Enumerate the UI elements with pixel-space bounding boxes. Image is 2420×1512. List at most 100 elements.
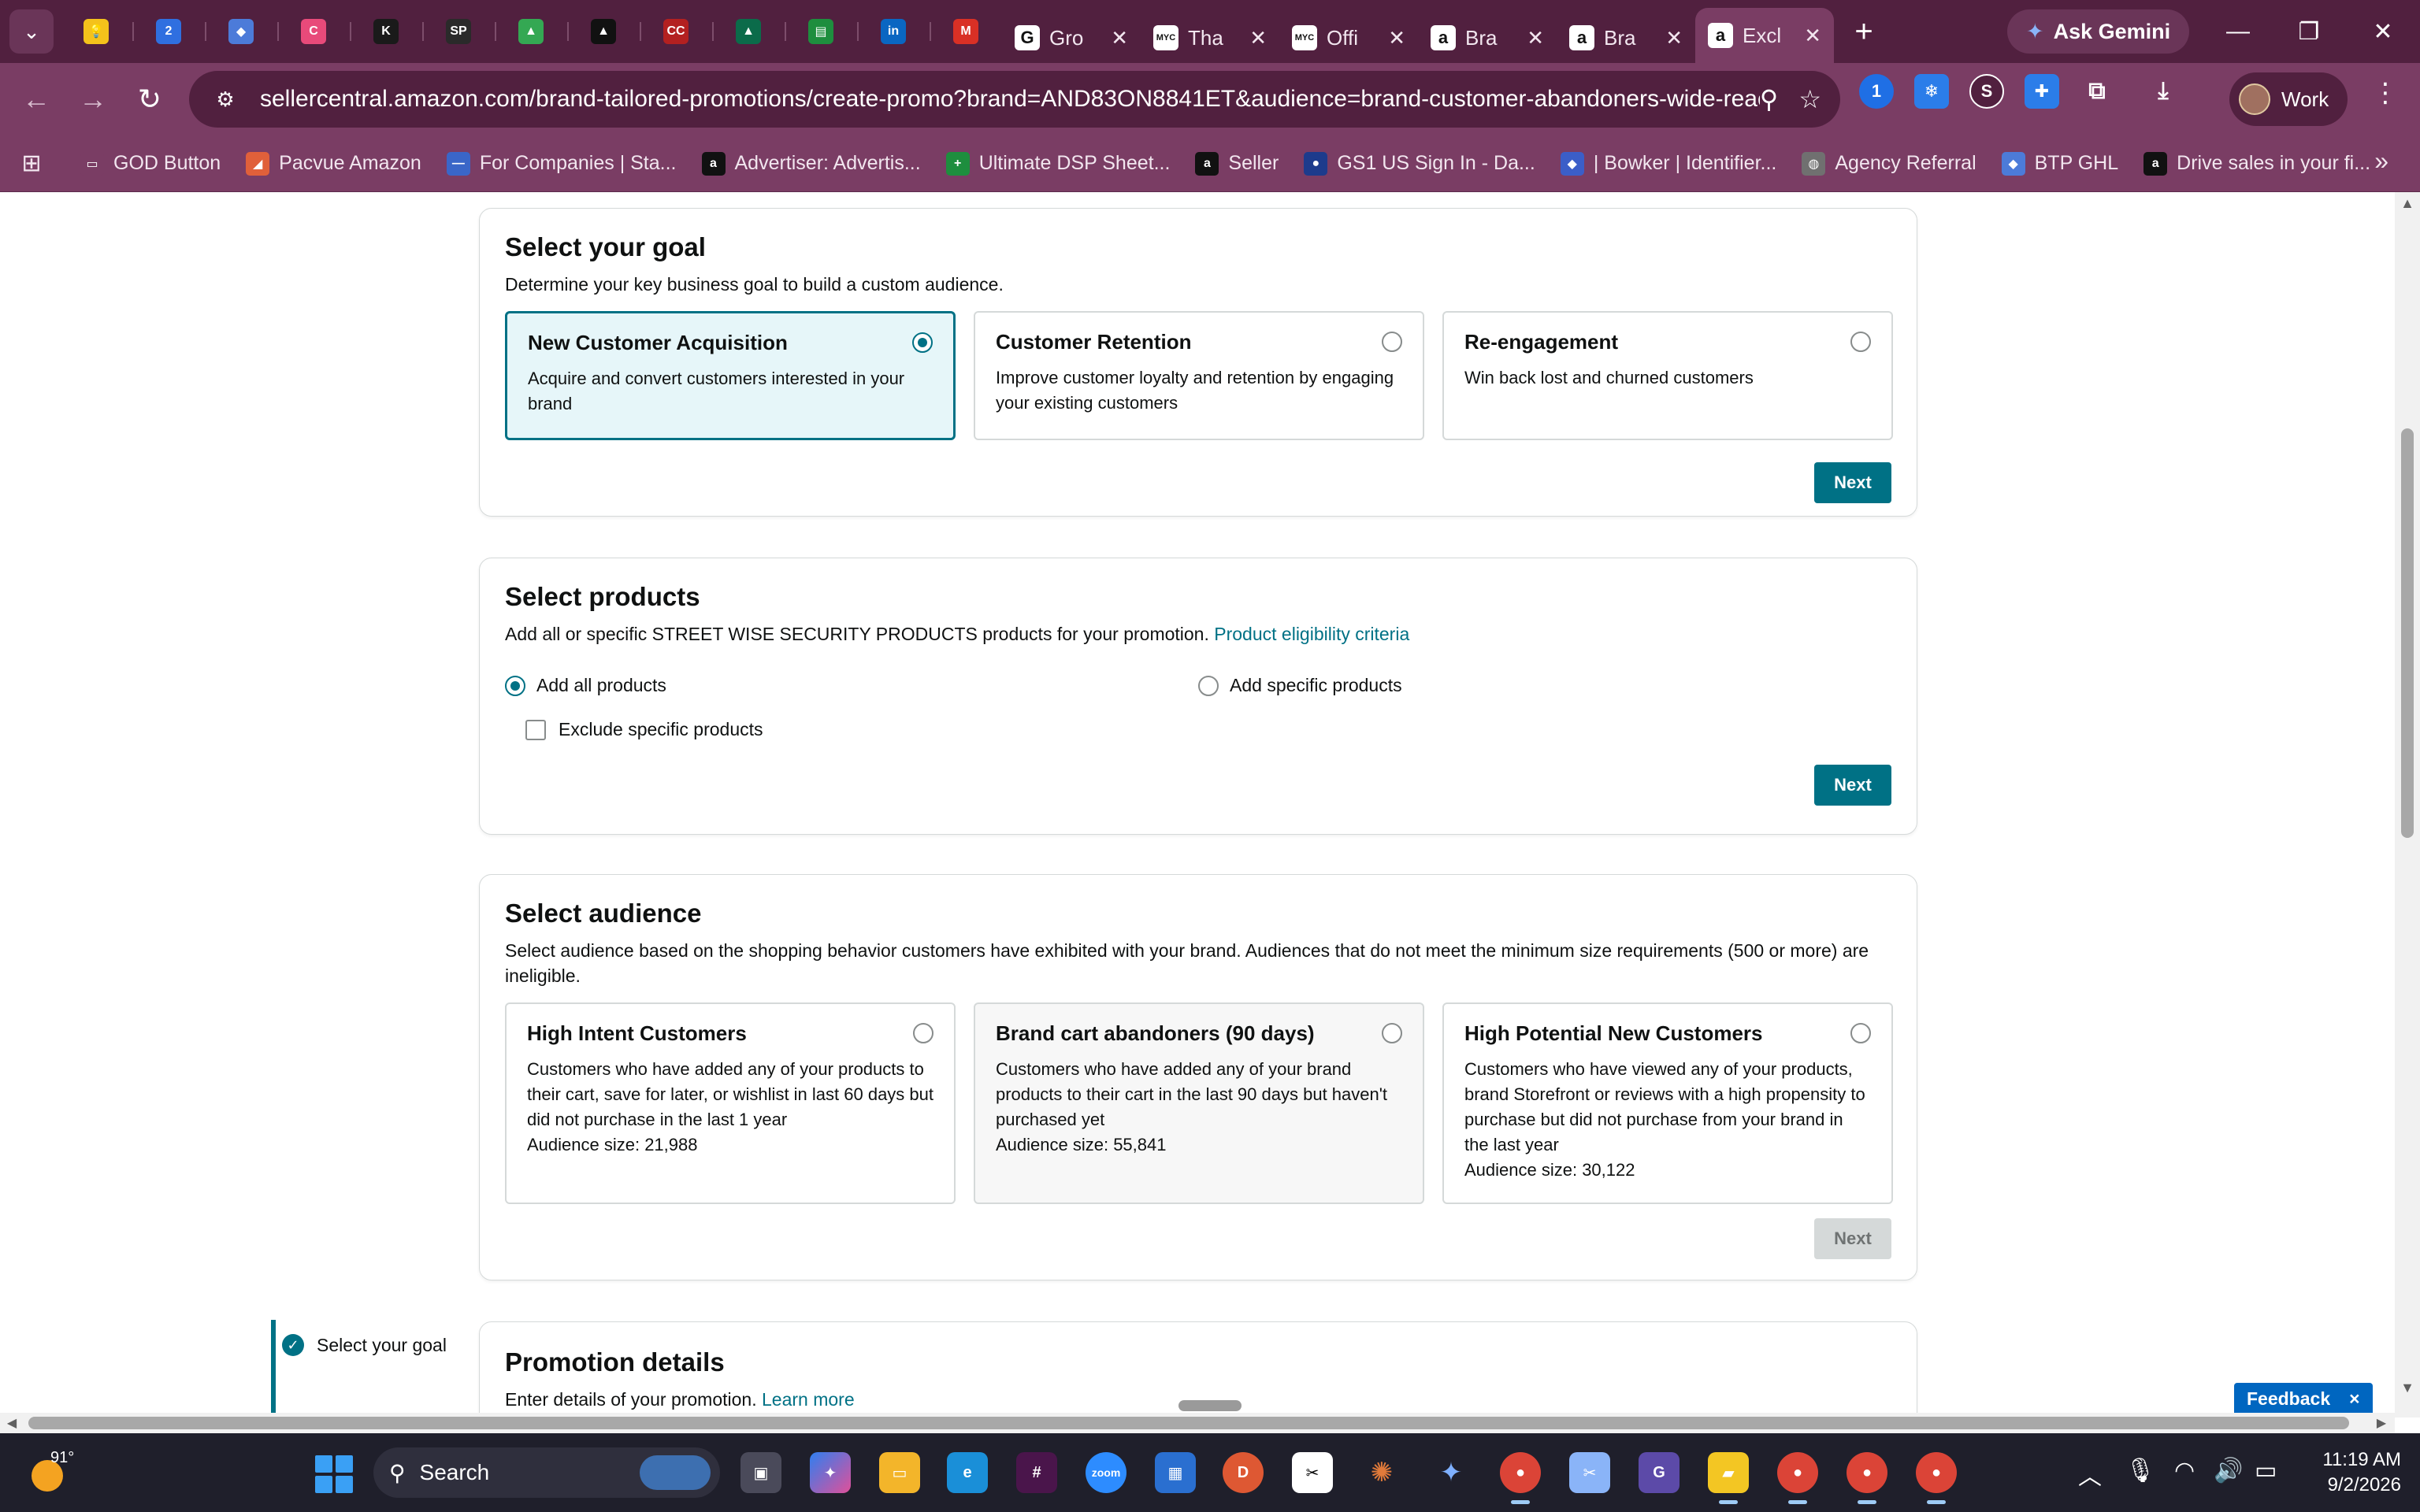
chrome-profile-2-icon[interactable]: ●	[1777, 1452, 1818, 1504]
audience-radio[interactable]	[913, 1023, 933, 1043]
vertical-scroll-thumb[interactable]	[2401, 428, 2414, 838]
goal-option-customer-retention[interactable]: Customer Retention Improve customer loya…	[974, 311, 1424, 440]
bookmark-item[interactable]: a Advertiser: Advertis...	[689, 142, 933, 186]
close-tab-icon[interactable]: ✕	[1388, 26, 1405, 50]
browser-tab[interactable]: MYC Offi ✕	[1279, 13, 1418, 63]
goal-radio[interactable]	[912, 332, 933, 353]
forward-button[interactable]: →	[65, 71, 121, 128]
spiral-extension-icon[interactable]: S	[1969, 74, 2004, 109]
horizontal-scroll-thumb[interactable]	[28, 1417, 2349, 1429]
close-icon[interactable]: ×	[2349, 1388, 2359, 1410]
drag-handle[interactable]	[1178, 1400, 1242, 1411]
scroll-right-icon[interactable]: ▶	[2370, 1413, 2393, 1433]
profile-button[interactable]: Work	[2229, 72, 2348, 126]
bookmark-item[interactable]: — For Companies | Sta...	[434, 142, 689, 186]
more-bookmarks-icon[interactable]: »	[2374, 146, 2388, 176]
bookmark-item[interactable]: ◍ Agency Referral	[1789, 142, 1988, 186]
sparkle-app-icon[interactable]: ✦	[1431, 1452, 1472, 1493]
feedback-button[interactable]: Feedback ×	[2234, 1383, 2373, 1414]
browser-tab[interactable]: a Bra ✕	[1557, 13, 1695, 63]
download-icon[interactable]: ⤓	[2146, 74, 2181, 109]
pinned-tab[interactable]: C	[277, 6, 350, 57]
apps-grid-icon[interactable]: ⊞	[16, 148, 47, 180]
browser-tab[interactable]: a Bra ✕	[1418, 13, 1557, 63]
browser-menu-icon[interactable]: ⋮	[2363, 77, 2407, 109]
bookmark-item[interactable]: a Drive sales in your fi...	[2131, 142, 2383, 186]
edge-icon[interactable]: e	[947, 1452, 988, 1493]
snowflake-extension-icon[interactable]: ❄	[1914, 74, 1949, 109]
add-specific-products-option[interactable]: Add specific products	[1198, 675, 1402, 696]
minimize-button[interactable]: —	[2203, 9, 2273, 54]
site-info-icon[interactable]: ⚙	[208, 82, 243, 117]
bookmark-item[interactable]: ● GS1 US Sign In - Da...	[1291, 142, 1548, 186]
pinned-tab[interactable]: ▲	[567, 6, 640, 57]
pinned-tab[interactable]: ▲	[712, 6, 785, 57]
battery-icon[interactable]: ▭	[2255, 1457, 2277, 1484]
goal-next-button[interactable]: Next	[1814, 462, 1891, 503]
scroll-down-icon[interactable]: ▼	[2395, 1377, 2420, 1399]
file-explorer-icon[interactable]: ▭	[879, 1452, 920, 1493]
vertical-scrollbar[interactable]: ▲ ▼	[2395, 192, 2420, 1418]
reload-button[interactable]: ↻	[121, 71, 178, 128]
bookmark-item[interactable]: + Ultimate DSP Sheet...	[933, 142, 1183, 186]
copilot-icon[interactable]: ✦	[810, 1452, 851, 1493]
browser-tab[interactable]: a Excl ✕	[1695, 8, 1834, 63]
close-tab-icon[interactable]: ✕	[1249, 26, 1267, 50]
onepassword-extension-icon[interactable]: 1	[1859, 74, 1894, 109]
close-tab-icon[interactable]: ✕	[1111, 26, 1128, 50]
snipping-tool-icon[interactable]: ✂	[1569, 1452, 1610, 1493]
pinned-tab[interactable]: in	[857, 6, 930, 57]
pinned-tab[interactable]: ▤	[785, 6, 857, 57]
restore-button[interactable]: ❐	[2273, 9, 2344, 54]
close-tab-icon[interactable]: ✕	[1527, 26, 1544, 50]
goal-radio[interactable]	[1382, 332, 1402, 352]
goal-option-new-customer-acquisition[interactable]: New Customer Acquisition Acquire and con…	[505, 311, 956, 440]
ask-gemini-button[interactable]: ✦ Ask Gemini	[2007, 9, 2190, 54]
g-app-icon[interactable]: G	[1639, 1452, 1680, 1493]
close-tab-icon[interactable]: ✕	[1665, 26, 1683, 50]
audience-radio[interactable]	[1382, 1023, 1402, 1043]
sticky-notes-icon[interactable]: ▰	[1708, 1452, 1749, 1504]
add-specific-products-radio[interactable]	[1198, 675, 1219, 696]
horizontal-scrollbar[interactable]: ◀ ▶	[0, 1413, 2395, 1433]
plus-extension-icon[interactable]: ✚	[2025, 74, 2059, 109]
duckduckgo-icon[interactable]: D	[1223, 1452, 1264, 1493]
bookmark-item[interactable]: ◆ | Bowker | Identifier...	[1548, 142, 1790, 186]
pinned-tab[interactable]: CC	[640, 6, 712, 57]
audience-next-button[interactable]: Next	[1814, 1218, 1891, 1259]
audience-option-high-intent[interactable]: High Intent Customers Customers who have…	[505, 1002, 956, 1204]
bookmark-star-icon[interactable]: ☆	[1798, 84, 1821, 114]
taskbar-search[interactable]: ⚲ Search	[373, 1447, 720, 1498]
exclude-products-checkbox[interactable]	[525, 719, 546, 740]
add-all-products-radio[interactable]	[505, 675, 525, 696]
audience-option-brand-cart-abandoners[interactable]: Brand cart abandoners (90 days) Customer…	[974, 1002, 1424, 1204]
store-icon[interactable]: ▦	[1155, 1452, 1196, 1493]
back-button[interactable]: ←	[8, 71, 65, 128]
chrome-profile-3-icon[interactable]: ●	[1847, 1452, 1887, 1504]
claude-icon[interactable]: ✺	[1361, 1452, 1402, 1493]
tray-chevron-icon[interactable]: ︿	[2078, 1457, 2102, 1492]
pinned-tab[interactable]: M	[930, 6, 1002, 57]
product-eligibility-link[interactable]: Product eligibility criteria	[1214, 624, 1409, 644]
close-tab-icon[interactable]: ✕	[1804, 24, 1821, 48]
chrome-icon[interactable]: ●	[1500, 1452, 1541, 1504]
pinned-tab[interactable]: 2	[132, 6, 205, 57]
scroll-left-icon[interactable]: ◀	[0, 1413, 24, 1433]
close-window-button[interactable]: ✕	[2348, 9, 2418, 54]
capcut-icon[interactable]: ✂	[1292, 1452, 1333, 1493]
pinned-tab[interactable]: 💡	[60, 6, 132, 57]
zoom-icon[interactable]: ⚲	[1760, 84, 1778, 114]
pinned-tab[interactable]: ▲	[495, 6, 567, 57]
address-bar[interactable]: ⚙ sellercentral.amazon.com/brand-tailore…	[189, 71, 1840, 128]
pinned-tab[interactable]: ◆	[205, 6, 277, 57]
wifi-icon[interactable]: ◠	[2174, 1457, 2195, 1484]
volume-icon[interactable]: 🔊	[2214, 1457, 2243, 1484]
microphone-icon[interactable]: 🎙	[2125, 1457, 2155, 1484]
audience-option-high-potential[interactable]: High Potential New Customers Customers w…	[1442, 1002, 1893, 1204]
chrome-profile-4-icon[interactable]: ●	[1916, 1452, 1957, 1504]
zoom-app-icon[interactable]: zoom	[1086, 1452, 1126, 1493]
scroll-up-icon[interactable]: ▲	[2395, 192, 2420, 214]
add-all-products-option[interactable]: Add all products	[505, 675, 666, 696]
goal-option-re-engagement[interactable]: Re-engagement Win back lost and churned …	[1442, 311, 1893, 440]
puzzle-extension-icon[interactable]: ⧉	[2080, 74, 2114, 109]
